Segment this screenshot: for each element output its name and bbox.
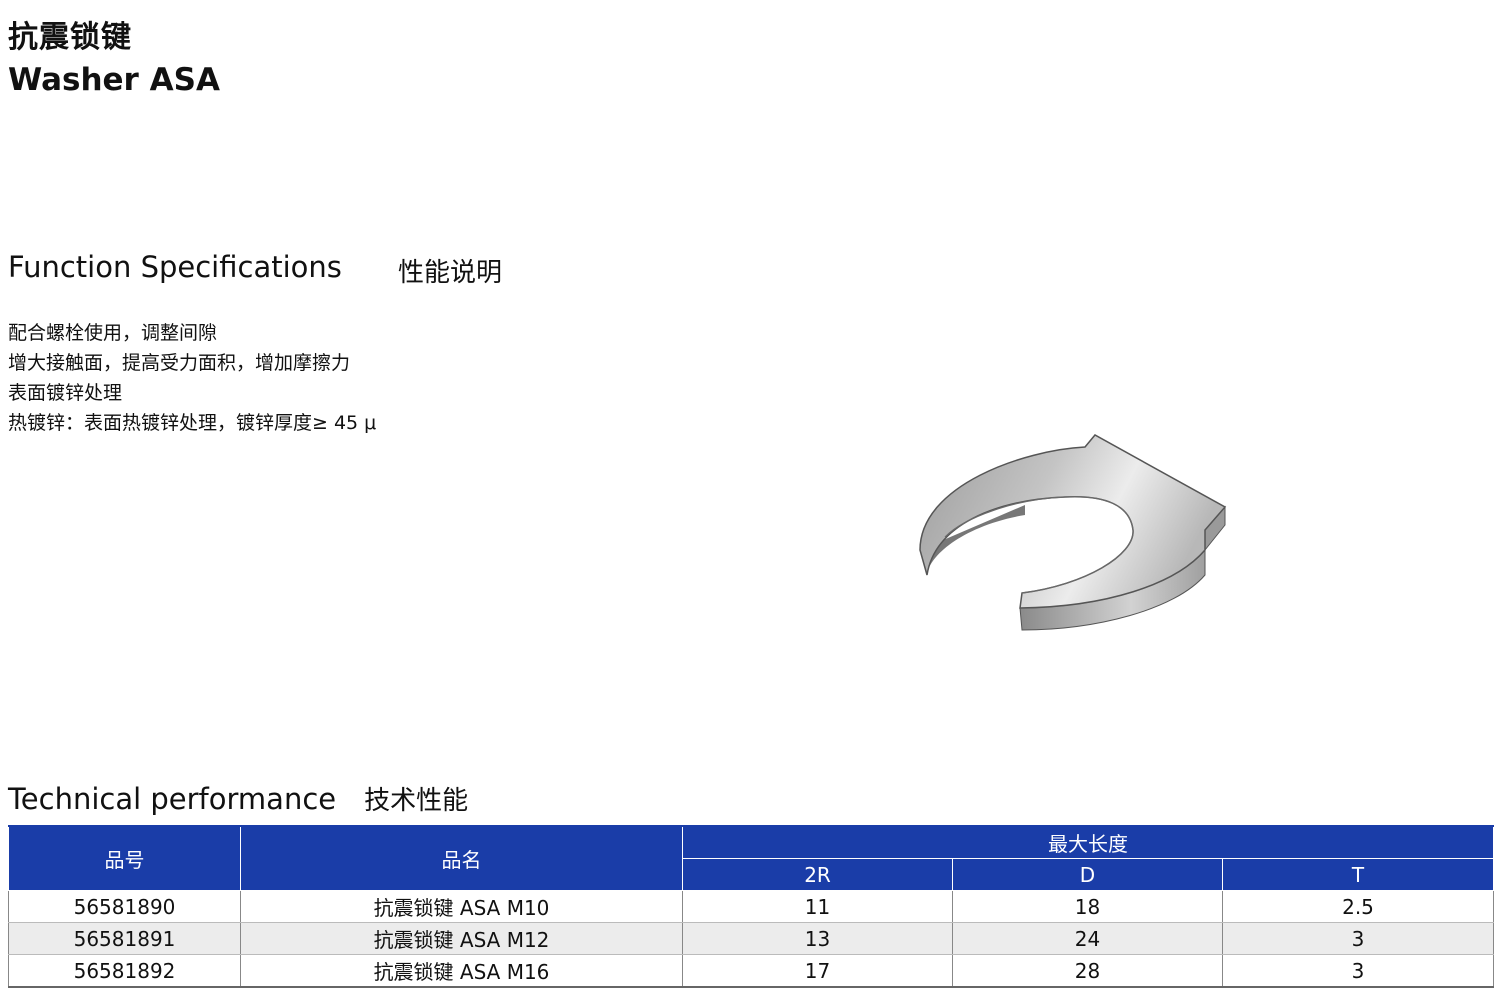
header-t: T: [1222, 858, 1494, 891]
product-title-en: Washer ASA: [8, 62, 220, 98]
table-header-row: 品号 品名 最大长度: [8, 825, 1494, 891]
header-name: 品名: [240, 825, 683, 891]
spec-item: 表面镀锌处理: [8, 382, 123, 404]
function-spec-title-en: Function Specifications: [8, 250, 342, 284]
cell-2r: 17: [682, 954, 953, 988]
washer-product-image: [919, 434, 1227, 631]
cell-part-no: 56581890: [8, 890, 241, 923]
spec-item: 增大接触面，提高受力面积，增加摩擦力: [8, 352, 351, 374]
spec-item: 配合螺栓使用，调整间隙: [8, 322, 218, 344]
table-row: 56581891 抗震锁键 ASA M12 13 24 3: [8, 922, 1494, 955]
spec-item: 热镀锌：表面热镀锌处理，镀锌厚度≥ 45 μ: [8, 412, 377, 434]
technical-title-cn: 技术性能: [364, 786, 469, 816]
product-title-cn: 抗震锁键: [8, 20, 132, 55]
function-spec-heading: Function Specifications 性能说明: [8, 250, 502, 288]
cell-part-no: 56581892: [8, 954, 241, 988]
cell-2r: 11: [682, 890, 953, 923]
function-spec-list: 配合螺栓使用，调整间隙 增大接触面，提高受力面积，增加摩擦力 表面镀锌处理 热镀…: [8, 318, 376, 438]
spec-table: 品号 品名 最大长度 2R D T 56581890 抗震锁键 ASA M10 …: [8, 825, 1494, 988]
header-2r: 2R: [682, 858, 953, 891]
cell-t: 2.5: [1222, 890, 1494, 923]
cell-name: 抗震锁键 ASA M12: [240, 922, 683, 955]
cell-part-no: 56581891: [8, 922, 241, 955]
header-part-no: 品号: [8, 825, 241, 891]
cell-name: 抗震锁键 ASA M10: [240, 890, 683, 923]
cell-2r: 13: [682, 922, 953, 955]
cell-t: 3: [1222, 954, 1494, 988]
cell-d: 24: [952, 922, 1223, 955]
technical-title-en: Technical performance: [8, 782, 337, 816]
technical-heading: Technical performance 技术性能: [8, 780, 468, 817]
cell-t: 3: [1222, 922, 1494, 955]
table-row: 56581890 抗震锁键 ASA M10 11 18 2.5: [8, 890, 1494, 923]
function-spec-title-cn: 性能说明: [398, 258, 503, 288]
cell-d: 18: [952, 890, 1223, 923]
table-row: 56581892 抗震锁键 ASA M16 17 28 3: [8, 954, 1494, 988]
cell-d: 28: [952, 954, 1223, 988]
cell-name: 抗震锁键 ASA M16: [240, 954, 683, 988]
header-max-length: 最大长度: [682, 825, 1494, 859]
header-d: D: [952, 858, 1223, 891]
